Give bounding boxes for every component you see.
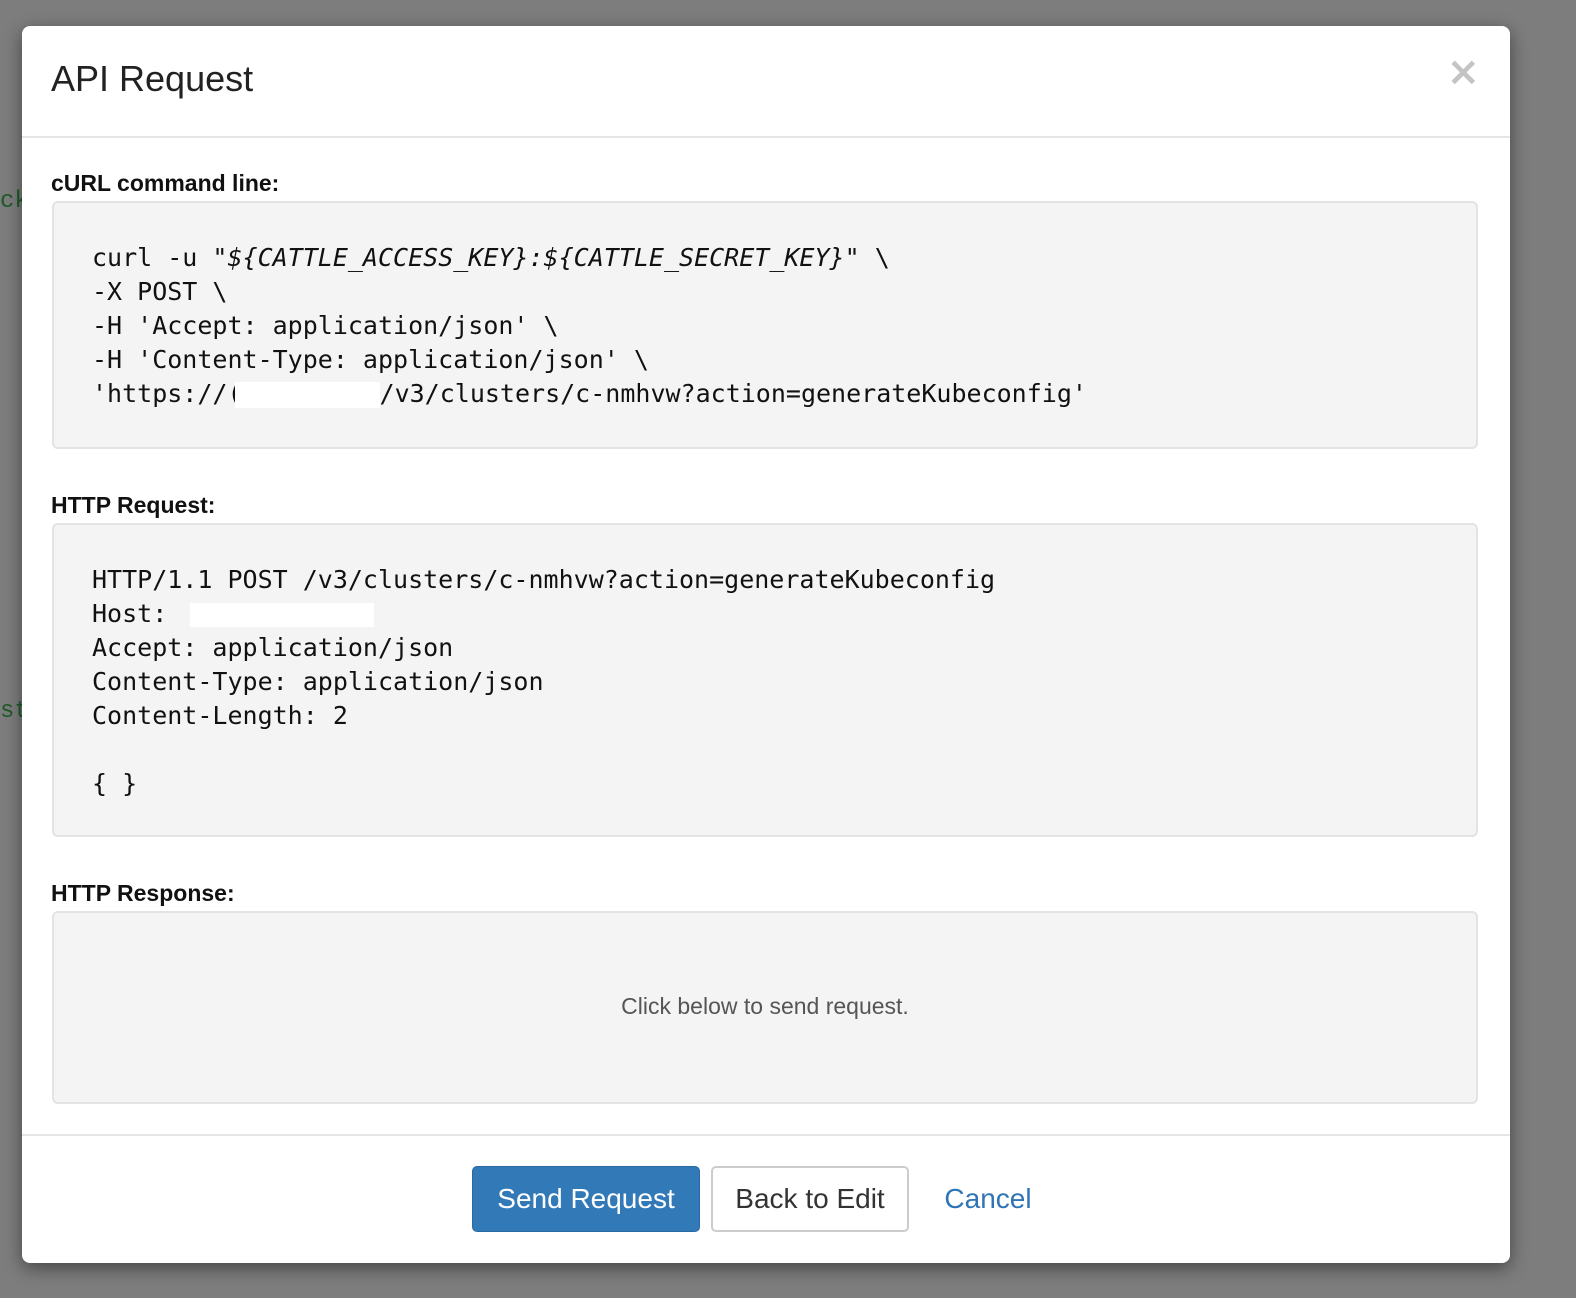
http-request-label: HTTP Request:: [51, 492, 216, 518]
http-request-code-box[interactable]: HTTP/1.1 POST /v3/clusters/c-nmhvw?actio…: [52, 523, 1478, 837]
curl-line-5: 'https://(/v3/clusters/c-nmhvw?action=ge…: [92, 379, 1087, 408]
cancel-button[interactable]: Cancel: [928, 1166, 1048, 1232]
curl-line-3: -H 'Accept: application/json' \: [92, 311, 559, 340]
close-icon[interactable]: ×: [1446, 52, 1480, 92]
accept-line: Accept: application/json: [92, 633, 454, 662]
dialog-footer: Send Request Back to Edit Cancel: [22, 1134, 1510, 1265]
curl-line-4: -H 'Content-Type: application/json' \: [92, 345, 649, 374]
redacted-host: [190, 603, 375, 627]
redacted-host: [234, 382, 380, 408]
http-response-label: HTTP Response:: [51, 880, 235, 906]
curl-label: cURL command line:: [51, 170, 280, 196]
dialog-title: API Request: [51, 58, 254, 99]
content-length-line: Content-Length: 2: [92, 701, 348, 730]
curl-code: curl -u "${CATTLE_ACCESS_KEY}:${CATTLE_S…: [92, 241, 1087, 411]
http-request-code: HTTP/1.1 POST /v3/clusters/c-nmhvw?actio…: [92, 563, 995, 801]
host-line: Host:: [92, 599, 375, 628]
request-line: HTTP/1.1 POST /v3/clusters/c-nmhvw?actio…: [92, 565, 996, 594]
send-request-button[interactable]: Send Request: [472, 1166, 700, 1232]
request-body: { }: [92, 769, 138, 798]
curl-line-2: -X POST \: [92, 277, 228, 306]
response-placeholder: Click below to send request.: [621, 993, 909, 1019]
dialog-header: API Request ×: [22, 26, 1510, 138]
curl-code-box[interactable]: curl -u "${CATTLE_ACCESS_KEY}:${CATTLE_S…: [52, 201, 1478, 449]
content-type-line: Content-Type: application/json: [92, 667, 544, 696]
api-request-dialog: API Request × cURL command line: curl -u…: [22, 26, 1510, 1263]
http-response-box: Click below to send request.: [52, 911, 1478, 1104]
curl-line-1: curl -u "${CATTLE_ACCESS_KEY}:${CATTLE_S…: [92, 243, 890, 272]
back-to-edit-button[interactable]: Back to Edit: [711, 1166, 909, 1232]
